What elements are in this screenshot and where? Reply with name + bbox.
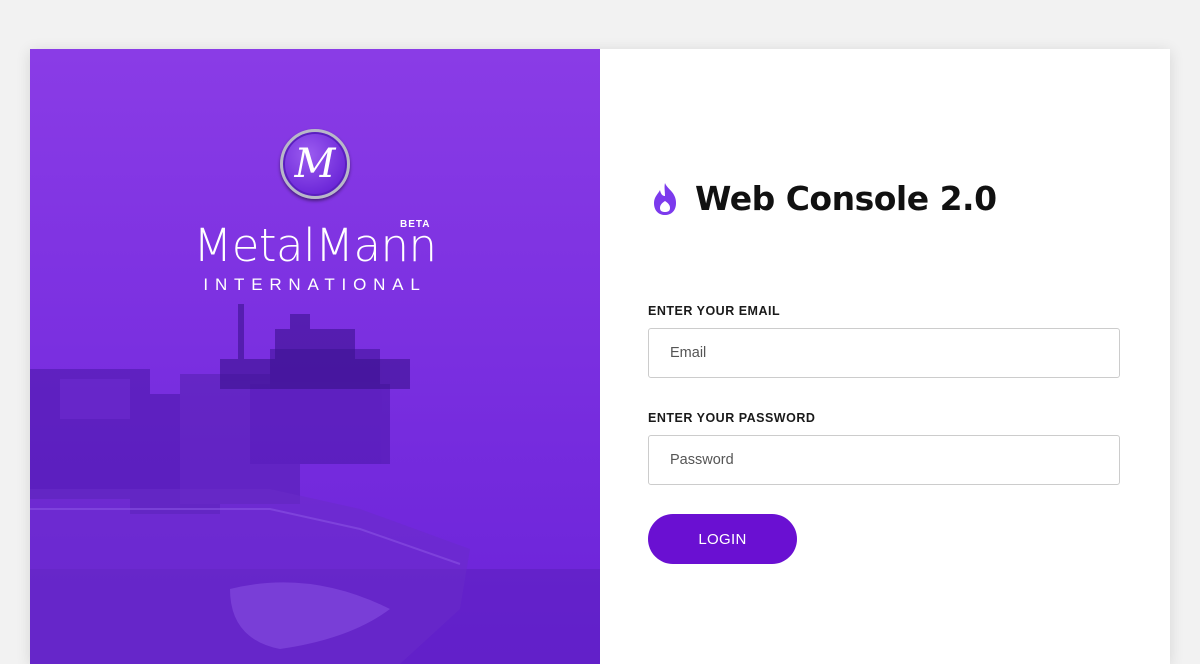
password-label: ENTER YOUR PASSWORD: [648, 411, 816, 425]
email-input[interactable]: [648, 328, 1120, 378]
password-input[interactable]: [648, 435, 1120, 485]
flame-icon: [654, 182, 676, 215]
hero-panel: M MetalMann BETA INTERNATIONAL: [30, 49, 600, 664]
login-button[interactable]: LOGIN: [648, 514, 797, 564]
brand-logo: M: [280, 129, 350, 199]
app-title-text: Web Console 2.0: [695, 179, 997, 218]
brand-subtitle: INTERNATIONAL: [203, 275, 427, 294]
beta-badge: BETA: [400, 219, 431, 230]
brand-name: MetalMann: [193, 219, 437, 272]
email-label: ENTER YOUR EMAIL: [648, 304, 781, 318]
app-title: Web Console 2.0: [649, 179, 997, 218]
login-card: M MetalMann BETA INTERNATIONAL Web Conso…: [30, 49, 1170, 664]
login-panel: Web Console 2.0 ENTER YOUR EMAIL ENTER Y…: [600, 49, 1170, 664]
